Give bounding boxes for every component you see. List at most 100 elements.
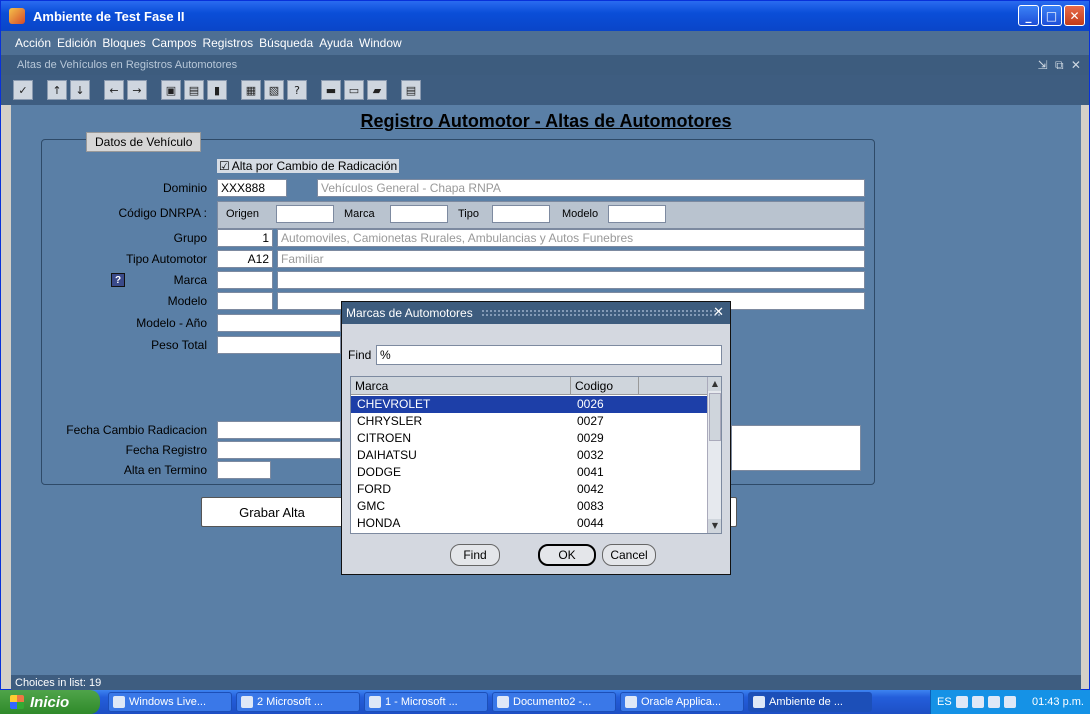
- list-item[interactable]: DAIHATSU 0032: [351, 447, 707, 464]
- modelo-field[interactable]: [217, 292, 273, 310]
- list-item[interactable]: DODGE 0041: [351, 464, 707, 481]
- tipo-field[interactable]: [492, 205, 550, 223]
- close-button[interactable]: ✕: [1064, 5, 1085, 26]
- menu-accion[interactable]: Acción: [15, 36, 51, 50]
- tray-status-icon[interactable]: [1003, 696, 1016, 708]
- column-header-marca[interactable]: Marca: [351, 377, 571, 394]
- scroll-thumb[interactable]: [709, 393, 721, 441]
- tray-network-icon[interactable]: [987, 696, 1000, 708]
- task-oracle-applications[interactable]: Oracle Applica...: [620, 692, 744, 712]
- alta-cambio-radicacion-checkbox[interactable]: ☑ Alta por Cambio de Radicación: [217, 159, 400, 173]
- outlook-icon: [241, 696, 253, 708]
- language-indicator[interactable]: ES: [937, 696, 952, 708]
- tipo-automotor-field[interactable]: A12: [217, 250, 273, 268]
- ok-button[interactable]: OK: [538, 544, 596, 566]
- messenger-icon: [113, 696, 125, 708]
- start-label: Inicio: [30, 693, 70, 711]
- exit-icon[interactable]: ▮: [207, 80, 227, 100]
- tipo-automotor-label: Tipo Automotor: [126, 252, 207, 266]
- menu-registros[interactable]: Registros: [202, 36, 253, 50]
- dialog-close-icon[interactable]: ✕: [713, 305, 724, 320]
- list-item[interactable]: CHEVROLET 0026: [351, 395, 708, 414]
- menu-window[interactable]: Window: [359, 36, 402, 50]
- menu-campos[interactable]: Campos: [152, 36, 197, 50]
- task-label: Windows Live...: [129, 696, 207, 708]
- row-codigo: 0041: [577, 465, 604, 479]
- observaciones-box[interactable]: [731, 425, 861, 471]
- up-arrow-icon[interactable]: ↑: [47, 80, 67, 100]
- grid-scrollbar[interactable]: ▲ ▼: [707, 377, 721, 533]
- row-codigo: 0027: [577, 414, 604, 428]
- export-icon[interactable]: ▬: [321, 80, 341, 100]
- menu-bloques[interactable]: Bloques: [102, 36, 145, 50]
- tray-app-icon[interactable]: [971, 696, 984, 708]
- list-item[interactable]: CITROEN 0029: [351, 430, 707, 447]
- form-window-controls[interactable]: ⇲ ⧉ ✕: [1038, 58, 1083, 73]
- minimize-button[interactable]: _: [1018, 5, 1039, 26]
- paste-icon[interactable]: ▧: [264, 80, 284, 100]
- checkbox-checked-icon: ☑: [219, 159, 230, 173]
- clear-icon[interactable]: ▤: [184, 80, 204, 100]
- modelo-anio-field[interactable]: [217, 314, 341, 332]
- task-windows-live[interactable]: Windows Live...: [108, 692, 232, 712]
- menu-ayuda[interactable]: Ayuda: [319, 36, 353, 50]
- copy-icon[interactable]: ▦: [241, 80, 261, 100]
- menu-busqueda[interactable]: Búsqueda: [259, 36, 313, 50]
- maximize-button[interactable]: □: [1041, 5, 1062, 26]
- list-item[interactable]: HONDA 0044: [351, 515, 707, 532]
- task-documento2[interactable]: Documento2 -...: [492, 692, 616, 712]
- row-codigo: 0042: [577, 482, 604, 496]
- list-item[interactable]: FORD 0042: [351, 481, 707, 498]
- frame-label: Datos de Vehículo: [86, 132, 202, 152]
- column-header-codigo[interactable]: Codigo: [571, 377, 639, 394]
- task-microsoft-1[interactable]: 1 - Microsoft ...: [364, 692, 488, 712]
- fecha-cambio-field[interactable]: [217, 421, 341, 439]
- alta-termino-field[interactable]: [217, 461, 271, 479]
- scroll-down-icon[interactable]: ▼: [708, 519, 721, 533]
- scroll-up-icon[interactable]: ▲: [708, 377, 721, 391]
- marcas-lov-dialog: Marcas de Automotores ✕ Find % Marca Cod…: [341, 301, 731, 575]
- print-icon[interactable]: ▭: [344, 80, 364, 100]
- find-input[interactable]: %: [376, 345, 722, 365]
- list-item[interactable]: CHRYSLER 0027: [351, 413, 707, 430]
- right-arrow-icon[interactable]: →: [127, 80, 147, 100]
- task-microsoft-2[interactable]: 2 Microsoft ...: [236, 692, 360, 712]
- row-codigo: 0032: [577, 448, 604, 462]
- save-icon[interactable]: ▣: [161, 80, 181, 100]
- lov-help-icon[interactable]: ?: [111, 273, 125, 287]
- task-label: Documento2 -...: [513, 696, 592, 708]
- codigo-dnrpa-bar: Origen Marca Tipo Modelo: [217, 201, 865, 229]
- list-item[interactable]: GMC 0083: [351, 498, 707, 515]
- app-window: Ambiente de Test Fase II _ □ ✕ Acción Ed…: [0, 0, 1090, 691]
- checkbox-label: Alta por Cambio de Radicación: [231, 159, 398, 173]
- fecha-registro-label: Fecha Registro: [125, 443, 207, 457]
- check-icon[interactable]: ✓: [13, 80, 33, 100]
- tray-back-icon[interactable]: [955, 696, 968, 708]
- help-icon[interactable]: ?: [287, 80, 307, 100]
- system-tray: ES 01:43 p.m.: [930, 690, 1090, 714]
- notes-icon[interactable]: ▤: [401, 80, 421, 100]
- fecha-registro-field[interactable]: [217, 441, 341, 459]
- menu-edicion[interactable]: Edición: [57, 36, 96, 50]
- oracle-app-icon: [9, 8, 25, 24]
- find-button[interactable]: Find: [450, 544, 500, 566]
- marca-code-field[interactable]: [390, 205, 448, 223]
- marcas-grid: Marca Codigo CHEVROLET 0026 CHRYSLER 0027 …: [350, 376, 722, 534]
- word-icon: [369, 696, 381, 708]
- task-ambiente[interactable]: Ambiente de ...: [748, 692, 872, 712]
- start-button[interactable]: Inicio: [0, 690, 100, 714]
- grupo-field[interactable]: 1: [217, 229, 273, 247]
- cancel-button[interactable]: Cancel: [602, 544, 656, 566]
- window-icon[interactable]: ▰: [367, 80, 387, 100]
- marca-field[interactable]: [217, 271, 273, 289]
- grabar-alta-button[interactable]: Grabar Alta: [201, 497, 343, 527]
- down-arrow-icon[interactable]: ↓: [70, 80, 90, 100]
- clock: 01:43 p.m.: [1032, 696, 1084, 708]
- left-arrow-icon[interactable]: ←: [104, 80, 124, 100]
- peso-total-field[interactable]: [217, 336, 341, 354]
- dominio-field[interactable]: XXX888: [217, 179, 287, 197]
- modelo-code-field[interactable]: [608, 205, 666, 223]
- row-marca: FORD: [357, 482, 391, 496]
- origen-field[interactable]: [276, 205, 334, 223]
- row-marca: HONDA: [357, 516, 401, 530]
